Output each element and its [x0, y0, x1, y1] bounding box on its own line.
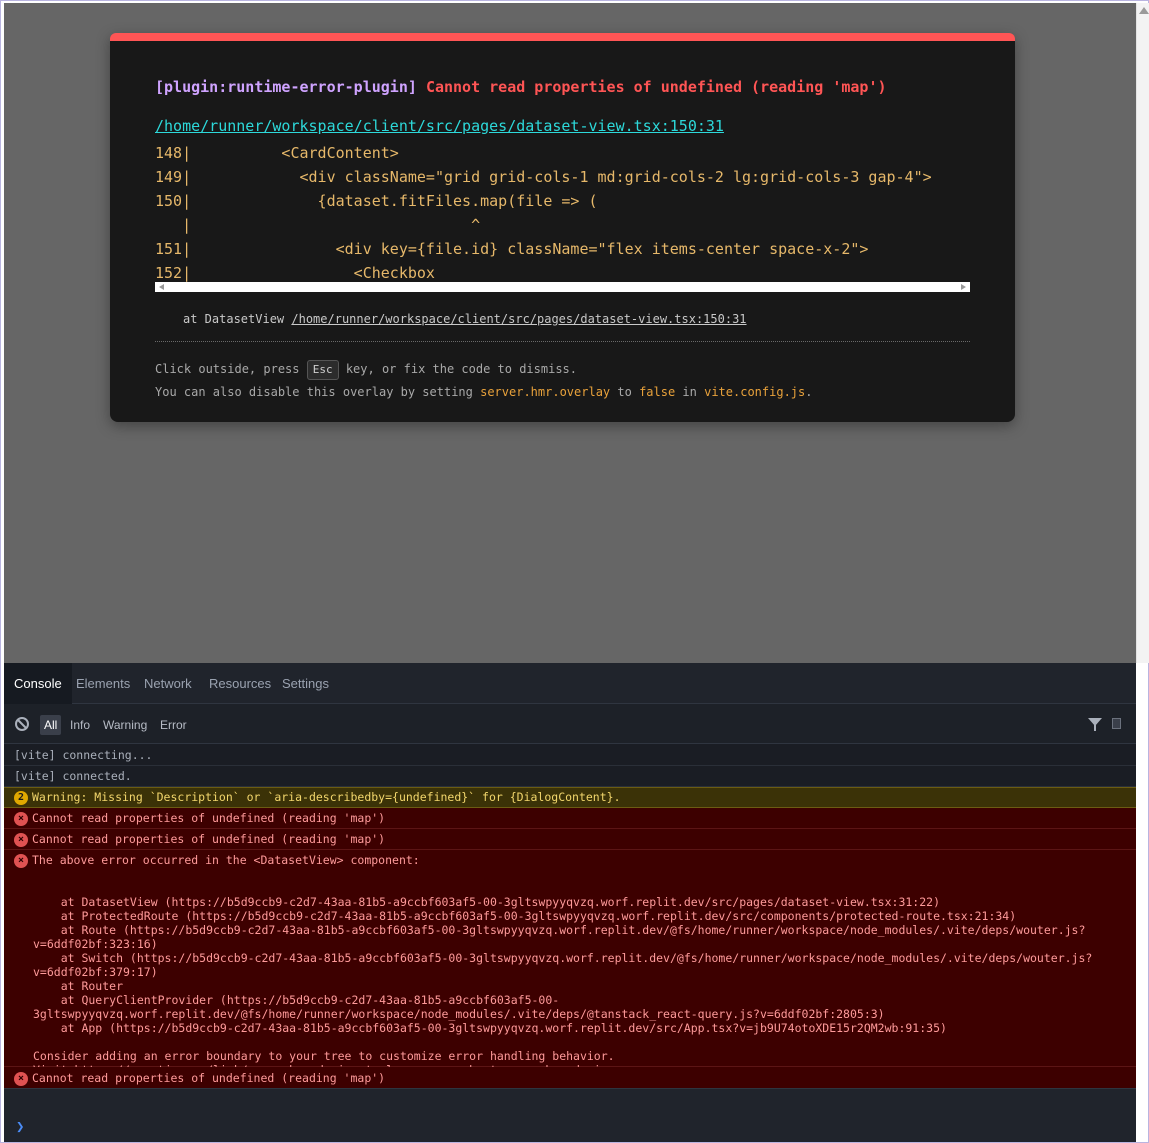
esc-key-badge: Esc [306, 360, 339, 380]
code-line: 151| <div key={file.id} className="flex … [155, 240, 869, 258]
error-text: The above error occurred in the <Dataset… [32, 853, 420, 867]
error-text: Cannot read properties of undefined (rea… [32, 832, 386, 846]
error-stack: at DatasetView /home/runner/workspace/cl… [183, 312, 747, 326]
tip-text: . [805, 385, 813, 399]
log-error: × Cannot read properties of undefined (re… [4, 808, 1136, 829]
error-icon: × [14, 853, 28, 868]
code-line-caret: | ^ [155, 216, 481, 234]
stack-prefix: at DatasetView [183, 312, 292, 326]
error-component-stack: at DatasetView (https://b5d9ccb9-c2d7-43… [33, 895, 1093, 1077]
browser-frame: [plugin:runtime-error-plugin] Cannot rea… [0, 0, 1149, 1143]
copy-icon[interactable] [1112, 718, 1121, 729]
devtools-tab-bar: Console Elements Network Resources Setti… [4, 663, 1136, 704]
error-plugin-name: [plugin:runtime-error-plugin] [155, 78, 417, 96]
clear-console-icon[interactable] [15, 717, 29, 731]
prompt-chevron-icon: ❯ [16, 1119, 25, 1135]
tip-false-value: false [639, 385, 676, 399]
overlay-divider [155, 341, 970, 342]
code-frame: 148| <CardContent> 149| <div className="… [155, 141, 970, 285]
scroll-up-icon[interactable] [1139, 7, 1149, 14]
log-line: [vite] connected. [4, 766, 1136, 787]
error-text: Cannot read properties of undefined (rea… [32, 811, 386, 825]
log-error: × Cannot read properties of undefined (re… [4, 1067, 1136, 1089]
tab-elements[interactable]: Elements [66, 663, 140, 704]
devtools-panel: Console Elements Network Resources Setti… [4, 663, 1136, 1142]
error-icon: × [14, 832, 28, 847]
warning-text: Warning: Missing `Description` or `aria-… [32, 790, 621, 804]
dismiss-tip: Click outside, press Esc key, or fix the… [155, 359, 577, 380]
code-horizontal-scrollbar[interactable] [155, 282, 970, 292]
error-icon: × [14, 1071, 28, 1086]
stack-file-link[interactable]: /home/runner/workspace/client/src/pages/… [291, 312, 746, 326]
tip-text: You can also disable this overlay by set… [155, 385, 481, 399]
scroll-right-icon[interactable] [961, 284, 966, 290]
tab-console[interactable]: Console [4, 663, 72, 704]
log-error: × Cannot read properties of undefined (re… [4, 829, 1136, 850]
scroll-left-icon[interactable] [159, 284, 164, 290]
console-output: [vite] connecting... [vite] connected. 2… [4, 745, 1136, 1090]
tip-text: key, or fix the code to dismiss. [338, 362, 578, 376]
filter-funnel-icon[interactable] [1088, 718, 1102, 731]
vite-error-overlay[interactable]: [plugin:runtime-error-plugin] Cannot rea… [110, 33, 1015, 422]
code-line: 150| {dataset.fitFiles.map(file => ( [155, 192, 598, 210]
error-message: Cannot read properties of undefined (rea… [425, 78, 887, 96]
error-file-link[interactable]: /home/runner/workspace/client/src/pages/… [155, 117, 724, 135]
error-title: [plugin:runtime-error-plugin] Cannot rea… [155, 78, 887, 96]
disable-overlay-tip: You can also disable this overlay by set… [155, 382, 812, 402]
filter-warning[interactable]: Warning [99, 715, 151, 735]
page-scrollbar[interactable] [1136, 3, 1149, 663]
console-filter-bar: All Info Warning Error [4, 704, 1136, 744]
warning-count-badge: 2 [14, 790, 28, 805]
filter-error[interactable]: Error [156, 715, 191, 735]
console-input[interactable]: ❯ [4, 1088, 1136, 1142]
tip-text: Click outside, press [155, 362, 307, 376]
code-line: 149| <div className="grid grid-cols-1 md… [155, 168, 932, 186]
error-text: Cannot read properties of undefined (rea… [32, 1071, 386, 1085]
tip-setting-name: server.hmr.overlay [480, 385, 611, 399]
tip-text: in [675, 385, 705, 399]
tab-resources[interactable]: Resources [199, 663, 281, 704]
log-line: [vite] connecting... [4, 745, 1136, 766]
filter-info[interactable]: Info [66, 715, 94, 735]
error-icon: × [14, 811, 28, 826]
tip-config-file: vite.config.js [704, 385, 806, 399]
page-viewport: [plugin:runtime-error-plugin] Cannot rea… [4, 3, 1136, 663]
log-warning: 2 Warning: Missing `Description` or `aria… [4, 787, 1136, 808]
filter-all[interactable]: All [40, 715, 62, 735]
code-line: 148| <CardContent> [155, 144, 399, 162]
tab-settings[interactable]: Settings [272, 663, 339, 704]
tip-text: to [610, 385, 640, 399]
tab-network[interactable]: Network [134, 663, 202, 704]
